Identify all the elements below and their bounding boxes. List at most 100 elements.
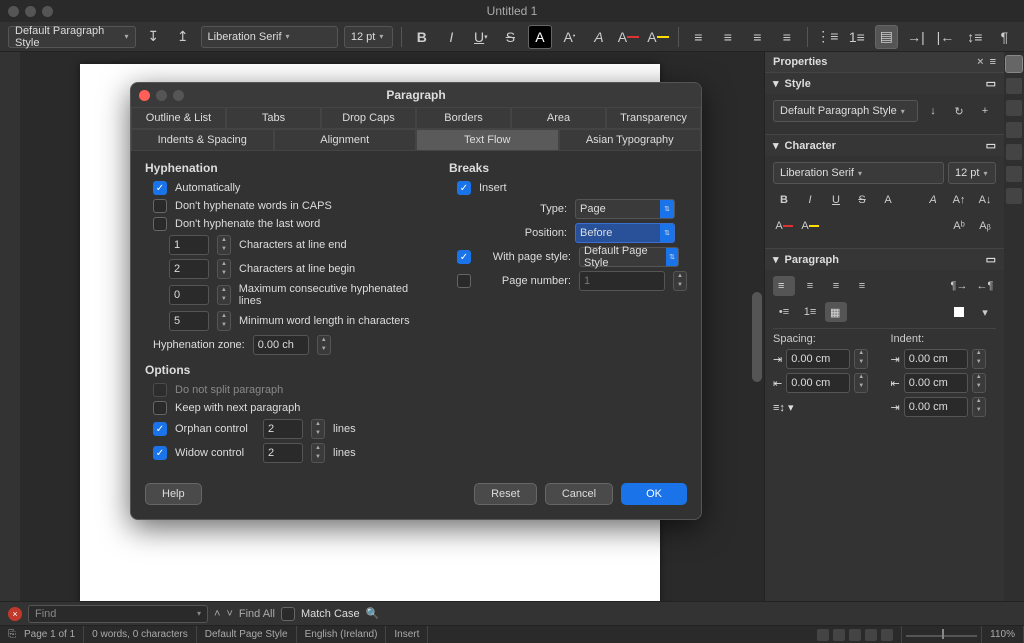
sub-icon[interactable]: Aᵦ	[974, 216, 996, 236]
outline-icon[interactable]: ▤	[875, 25, 899, 49]
underline-icon[interactable]: U▾	[469, 25, 493, 49]
vertical-scrollbar[interactable]	[750, 52, 764, 601]
bullet-icon[interactable]: •≡	[773, 302, 795, 322]
align-center-icon[interactable]: ≡	[799, 276, 821, 296]
page-style-status[interactable]: Default Page Style	[197, 626, 297, 643]
paragraph-section-header[interactable]: ▾Paragraph▭	[765, 249, 1004, 270]
window-traffic-lights[interactable]	[8, 6, 53, 17]
tab-outline-list[interactable]: Outline & List	[131, 107, 226, 129]
spinner[interactable]: ▲▼	[317, 335, 331, 355]
tab-drop-caps[interactable]: Drop Caps	[321, 107, 416, 129]
shadow-icon[interactable]: A	[877, 190, 899, 210]
spinner[interactable]: ▲▼	[972, 397, 986, 417]
space-above-input[interactable]	[786, 349, 850, 369]
tab-asian-typography[interactable]: Asian Typography	[559, 129, 702, 151]
align-justify-icon[interactable]: ≡	[851, 276, 873, 296]
style-combo[interactable]: Default Paragraph Style▾	[773, 100, 918, 122]
line-spacing-icon[interactable]: ↕≡	[963, 25, 987, 49]
caps-checkbox[interactable]	[153, 199, 167, 213]
tab-area[interactable]: Area	[511, 107, 606, 129]
ok-button[interactable]: OK	[621, 483, 687, 505]
tab-borders[interactable]: Borders	[416, 107, 511, 129]
align-left-icon[interactable]: ≡	[687, 25, 711, 49]
zone-input[interactable]	[253, 335, 309, 355]
bold-icon[interactable]: B	[410, 25, 434, 49]
strikethrough-icon[interactable]: S	[851, 190, 873, 210]
gallery-tab-icon[interactable]	[1006, 100, 1022, 116]
styles-tab-icon[interactable]	[1006, 78, 1022, 94]
spinner[interactable]: ▲▼	[217, 259, 231, 279]
tab-alignment[interactable]: Alignment	[274, 129, 417, 151]
spinner[interactable]: ▲▼	[311, 443, 325, 463]
spinner[interactable]: ▲▼	[972, 349, 986, 369]
highlight-color-icon[interactable]: A	[646, 25, 670, 49]
decrease-indent-icon[interactable]: |←	[934, 25, 958, 49]
find-all-button[interactable]: Find All	[239, 608, 275, 620]
tab-text-flow[interactable]: Text Flow	[416, 129, 559, 151]
reset-button[interactable]: Reset	[474, 483, 537, 505]
spinner[interactable]: ▲▼	[311, 419, 325, 439]
style-section-header[interactable]: ▾Style▭	[765, 73, 1004, 94]
font-size-combo[interactable]: 12 pt▾	[344, 26, 393, 48]
cancel-button[interactable]: Cancel	[545, 483, 613, 505]
max-hyphen-input[interactable]	[169, 285, 209, 305]
edit-style-icon[interactable]: ↻	[948, 101, 970, 121]
align-right-icon[interactable]: ≡	[746, 25, 770, 49]
find-input[interactable]: Find▾	[28, 605, 208, 623]
align-center-icon[interactable]: ≡	[716, 25, 740, 49]
font-color-icon[interactable]: A	[617, 25, 641, 49]
auto-checkbox[interactable]: ✓	[153, 181, 167, 195]
close-icon[interactable]	[139, 90, 150, 101]
spinner[interactable]: ▲▼	[854, 349, 868, 369]
strikethrough-icon[interactable]: S	[499, 25, 523, 49]
bullet-list-icon[interactable]: ⋮≡	[816, 25, 840, 49]
zoom-slider[interactable]	[902, 626, 982, 643]
para-spacing-icon[interactable]: ¶	[993, 25, 1017, 49]
italic-icon[interactable]: I	[799, 190, 821, 210]
language-status[interactable]: English (Ireland)	[297, 626, 387, 643]
update-style-icon[interactable]: ↧	[142, 25, 166, 49]
update-style-icon[interactable]: ↓	[922, 101, 944, 121]
close-find-icon[interactable]: ×	[8, 607, 22, 621]
char-size-combo[interactable]: 12 pt▾	[948, 162, 996, 184]
spinner[interactable]: ▲▼	[217, 235, 231, 255]
align-left-icon[interactable]: ≡	[773, 276, 795, 296]
spinner[interactable]: ▲▼	[972, 373, 986, 393]
number-list-icon[interactable]: 1≡	[845, 25, 869, 49]
page-tab-icon[interactable]	[1006, 144, 1022, 160]
find-prev-icon[interactable]: ˄	[214, 608, 220, 620]
spinner[interactable]: ▲▼	[217, 285, 231, 305]
inspect-tab-icon[interactable]	[1006, 166, 1022, 182]
page-style-select[interactable]: Default Page Style⇅	[579, 247, 679, 267]
indent-first-input[interactable]	[904, 397, 968, 417]
orphan-checkbox[interactable]: ✓	[153, 422, 167, 436]
spinner[interactable]: ▲▼	[854, 373, 868, 393]
navigator-tab-icon[interactable]	[1006, 122, 1022, 138]
superscript-icon[interactable]: A•	[558, 25, 582, 49]
align-right-icon[interactable]: ≡	[825, 276, 847, 296]
line-begin-input[interactable]	[169, 259, 209, 279]
insert-checkbox[interactable]: ✓	[457, 181, 471, 195]
zoom-value[interactable]: 110%	[982, 626, 1024, 643]
clear-format-icon[interactable]: A	[922, 190, 944, 210]
indent-before-input[interactable]	[904, 349, 968, 369]
last-word-checkbox[interactable]	[153, 217, 167, 231]
line-end-input[interactable]	[169, 235, 209, 255]
align-justify-icon[interactable]: ≡	[775, 25, 799, 49]
orphan-input[interactable]	[263, 419, 303, 439]
super-icon[interactable]: Aᵇ	[948, 216, 970, 236]
tab-indents-spacing[interactable]: Indents & Spacing	[131, 129, 274, 151]
find-next-icon[interactable]: ˅	[226, 608, 232, 620]
widow-checkbox[interactable]: ✓	[153, 446, 167, 460]
widow-input[interactable]	[263, 443, 303, 463]
font-color-icon[interactable]: A	[773, 216, 795, 236]
min-word-input[interactable]	[169, 311, 209, 331]
rtl-icon[interactable]: ←¶	[974, 276, 996, 296]
word-count-status[interactable]: 0 words, 0 characters	[84, 626, 197, 643]
help-button[interactable]: Help	[145, 483, 202, 505]
insert-mode-status[interactable]: Insert	[386, 626, 428, 643]
italic-icon[interactable]: I	[440, 25, 464, 49]
grow-font-icon[interactable]: A↑	[948, 190, 970, 210]
paragraph-style-combo[interactable]: Default Paragraph Style▾	[8, 26, 136, 48]
view-mode-icons[interactable]	[809, 626, 902, 643]
